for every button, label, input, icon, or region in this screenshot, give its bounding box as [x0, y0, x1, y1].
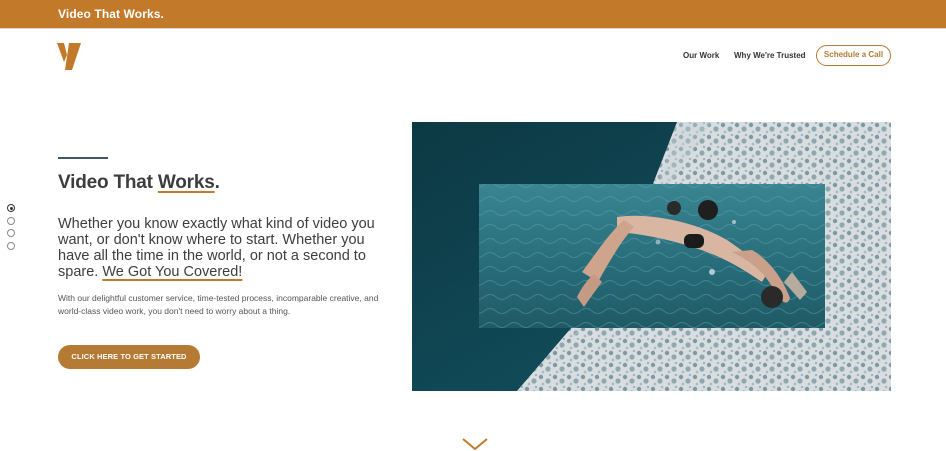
hero-title-suffix: . — [214, 172, 220, 193]
hero-title-prefix: Video That — [58, 172, 158, 193]
announcement-title: Video That Works. — [58, 7, 164, 21]
section-dot-3[interactable] — [7, 229, 15, 237]
nav-why-trusted[interactable]: Why We're Trusted — [734, 51, 806, 60]
section-dot-4[interactable] — [7, 241, 15, 250]
announcement-bar: Video That Works. — [0, 0, 946, 28]
get-started-button[interactable]: CLICK HERE TO GET STARTED — [58, 345, 200, 369]
hero-lead: Whether you know exactly what kind of vi… — [58, 216, 388, 280]
chevron-down-icon[interactable] — [462, 437, 488, 451]
hero-body: With our delightful customer service, ti… — [58, 293, 379, 316]
title-rule — [58, 157, 108, 159]
divider — [0, 28, 946, 29]
schedule-call-button[interactable]: Schedule a Call — [816, 45, 891, 66]
hero-photo-svimmer — [412, 122, 891, 391]
section-dot-2[interactable] — [7, 216, 15, 225]
nav-our-work[interactable]: Our Work — [683, 51, 719, 60]
section-dots — [7, 204, 15, 254]
hero-title-highlight: Works — [157, 172, 215, 193]
section-dot-1[interactable] — [7, 204, 15, 212]
hero-image — [412, 122, 891, 391]
hero-title: Video That Works. — [58, 172, 220, 194]
hero-lead-highlight: We Got You Covered! — [102, 264, 243, 280]
brand-v-logo[interactable] — [57, 43, 81, 70]
